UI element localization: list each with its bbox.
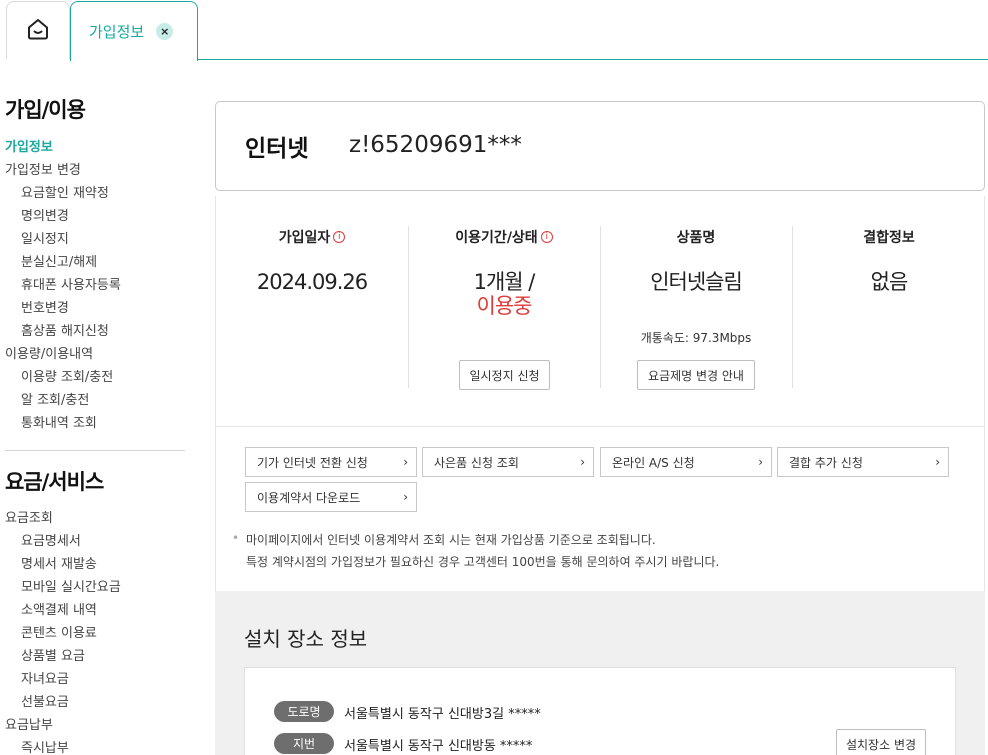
period-value: 1개월 / [473,270,536,294]
join-date-column: 가입일자 i 2024.09.26 [216,226,408,390]
sidebar-item[interactable]: 요금명세서 [21,530,81,549]
sidebar-group-title: 가입/이용 [5,98,86,122]
install-location-panel: 설치 장소 정보 도로명 서울특별시 동작구 신대방3길 ***** 지번 서울… [215,591,985,755]
info-icon[interactable]: i [540,231,553,243]
sidebar-item[interactable]: 홈상품 해지신청 [21,320,109,339]
period-title: 이용기간/상태 [455,230,538,246]
link-button-label: 결합 추가 신청 [789,455,863,470]
sidebar-item[interactable]: 명의변경 [21,205,69,224]
product-title: 상품명 [676,230,716,246]
sidebar-item[interactable]: 명세서 재발송 [21,553,97,572]
home-icon [26,17,50,45]
install-location-title: 설치 장소 정보 [244,627,368,651]
link-button[interactable]: 온라인 A/S 신청 › [600,447,772,477]
notice-line: 특정 계약시점의 가입정보가 필요하신 경우 고객센터 100번을 통해 문의하… [246,555,720,569]
sidebar-item[interactable]: 콘텐츠 이용료 [21,622,97,641]
link-button[interactable]: 기가 인터넷 전환 신청 › [245,447,417,477]
tab-subscription-info[interactable]: 가입정보 × [70,1,198,61]
chevron-right-icon: › [758,455,763,469]
sidebar-item[interactable]: 요금할인 재약정 [21,182,109,201]
link-button[interactable]: 사은품 신청 조회 › [422,447,594,477]
sidebar-item[interactable]: 휴대폰 사용자등록 [21,274,121,293]
sidebar-group-title: 요금/서비스 [5,470,104,494]
product-value: 인터넷슬림 [650,270,743,294]
link-button-label: 이용계약서 다운로드 [257,490,361,505]
sidebar-item[interactable]: 가입정보 변경 [5,159,81,178]
sidebar-item[interactable]: 모바일 실시간요금 [21,576,121,595]
change-install-location-button[interactable]: 설치장소 변경 [836,729,926,755]
link-button[interactable]: 이용계약서 다운로드 › [245,482,417,512]
sidebar-item[interactable]: 일시정지 [21,228,69,247]
link-button[interactable]: 결합 추가 신청 › [777,447,949,477]
service-header: 인터넷 z!65209691*** [215,101,985,191]
sidebar: 가입/이용 가입정보가입정보 변경요금할인 재약정명의변경일시정지분실신고/해제… [0,60,195,755]
chevron-right-icon: › [403,490,408,504]
lot-address: 서울특별시 동작구 신대방동 ***** [344,739,533,754]
chevron-right-icon: › [935,455,940,469]
sidebar-item[interactable]: 상품별 요금 [21,645,85,664]
link-button-label: 사은품 신청 조회 [434,455,519,470]
close-icon[interactable]: × [156,23,174,40]
sidebar-item[interactable]: 가입정보 [5,136,53,155]
road-address-badge: 도로명 [274,701,334,722]
speed-text: 개통속도: 97.3Mbps [640,331,752,345]
bundle-title: 결합정보 [863,230,915,246]
service-id: z!65209691*** [349,132,522,158]
subscription-info-panel: 가입일자 i 2024.09.26 이용기간/상태 i 1개월 / 이용중 일시… [215,196,985,426]
sidebar-item[interactable]: 이용량 조회/충전 [21,366,113,385]
sidebar-divider [5,450,185,451]
lot-address-badge: 지번 [274,733,334,754]
tab-bar: 가입정보 × [0,0,988,61]
pause-request-button[interactable]: 일시정지 신청 [459,360,550,390]
plan-change-button[interactable]: 요금제명 변경 안내 [637,360,755,390]
chevron-right-icon: › [580,455,585,469]
install-address-box: 도로명 서울특별시 동작구 신대방3길 ***** 지번 서울특별시 동작구 신… [244,667,956,755]
link-button-label: 기가 인터넷 전환 신청 [257,455,368,470]
bundle-value: 없음 [870,270,909,294]
sidebar-item[interactable]: 요금조회 [5,507,53,526]
tab-bar-underline [196,59,988,60]
sidebar-item[interactable]: 선불요금 [21,691,69,710]
road-address: 서울특별시 동작구 신대방3길 ***** [344,707,541,722]
link-button-label: 온라인 A/S 신청 [612,455,695,470]
tab-home[interactable] [6,1,70,59]
links-panel: 기가 인터넷 전환 신청 › 사은품 신청 조회 › 온라인 A/S 신청 › 결합 추가 … [215,426,985,591]
sidebar-item[interactable]: 자녀요금 [21,668,69,687]
join-date-title: 가입일자 [278,230,331,246]
tab-label: 가입정보 [89,23,145,41]
bundle-column: 결합정보 없음 [792,226,986,390]
sidebar-item[interactable]: 소액결제 내역 [21,599,97,618]
sidebar-item[interactable]: 알 조회/충전 [21,389,89,408]
status-value: 이용중 [476,294,533,318]
join-date-value: 2024.09.26 [256,270,368,294]
sidebar-item[interactable]: 통화내역 조회 [21,412,97,431]
notice-line: 마이페이지에서 인터넷 이용계약서 조회 시는 현재 가입상품 기준으로 조회됩… [232,531,656,548]
chevron-right-icon: › [403,455,408,469]
sidebar-item[interactable]: 이용량/이용내역 [5,343,93,362]
info-icon[interactable]: i [333,231,346,243]
sidebar-item[interactable]: 분실신고/해제 [21,251,97,270]
sidebar-item[interactable]: 즉시납부 [21,737,69,755]
sidebar-item[interactable]: 요금납부 [5,714,53,733]
service-name: 인터넷 [245,136,309,162]
sidebar-item[interactable]: 번호변경 [21,297,69,316]
